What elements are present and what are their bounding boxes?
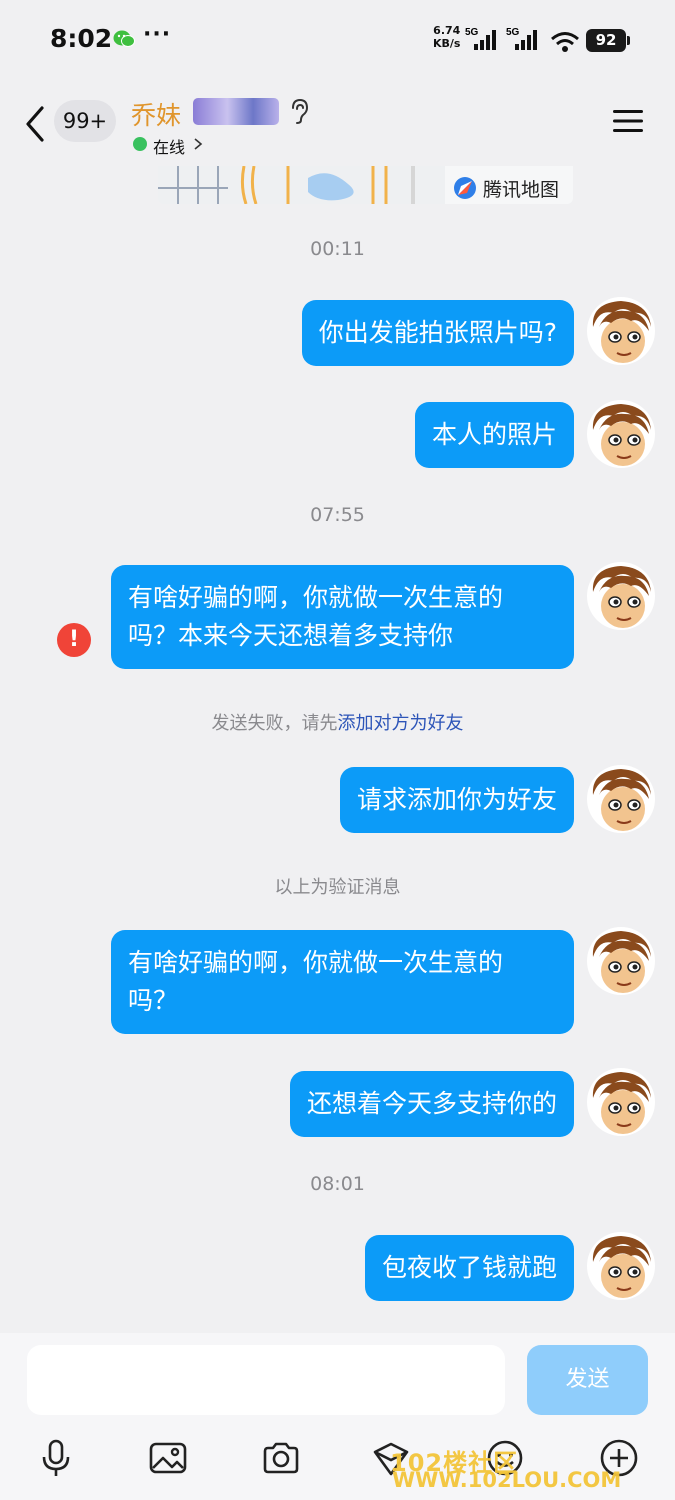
- microphone-icon[interactable]: [36, 1438, 76, 1478]
- status-time: 8:02: [50, 24, 113, 53]
- online-status-dot: [133, 137, 147, 151]
- message-bubble[interactable]: 本人的照片: [414, 402, 574, 468]
- send-failed-note: 发送失败，请先添加对方为好友: [0, 709, 675, 735]
- network-speed: 6.74 KB/s: [433, 24, 460, 50]
- wifi-icon: [551, 32, 579, 52]
- net-speed-unit: KB/s: [433, 37, 461, 50]
- signal-2-label: 5G: [506, 27, 520, 38]
- online-status-text[interactable]: 在线: [153, 134, 185, 158]
- more-notifications-icon: ···: [143, 22, 172, 47]
- send-failed-text: 发送失败，请先: [211, 713, 338, 734]
- avatar[interactable]: [587, 1068, 655, 1136]
- vip-badge-icon: [193, 98, 279, 125]
- unread-count-badge[interactable]: 99+: [54, 100, 116, 142]
- message-bubble[interactable]: 请求添加你为好友: [339, 767, 574, 833]
- contact-name[interactable]: 乔妹: [131, 96, 181, 132]
- message-bubble[interactable]: 包夜收了钱就跑: [364, 1235, 574, 1301]
- tencent-map-logo: [454, 177, 476, 199]
- status-bar: 8:02 ··· 6.74 KB/s 5G 5G 92: [0, 0, 675, 80]
- message-line: 有啥好骗的啊，你就做一次生意的: [128, 583, 504, 612]
- message-timestamp: 08:01: [310, 1173, 365, 1195]
- send-failed-icon[interactable]: !: [57, 623, 91, 657]
- watermark-url: WWW.102LOU.COM: [392, 1468, 622, 1492]
- message-bubble-failed[interactable]: 有啥好骗的啊，你就做一次生意的 吗？本来今天还想着多支持你: [111, 565, 574, 669]
- message-line: 吗？: [128, 986, 179, 1015]
- avatar[interactable]: [587, 400, 655, 468]
- avatar[interactable]: [587, 297, 655, 365]
- battery-indicator: 92: [586, 29, 630, 52]
- avatar[interactable]: [587, 562, 655, 630]
- message-timestamp: 07:55: [310, 504, 365, 526]
- message-line: 有啥好骗的啊，你就做一次生意的: [128, 948, 504, 977]
- add-friend-link[interactable]: 添加对方为好友: [338, 713, 464, 734]
- signal-icon-2: 5G: [506, 27, 537, 50]
- chat-header: 99+ 乔妹 在线: [0, 80, 675, 170]
- map-label: 腾讯地图: [483, 179, 560, 201]
- avatar[interactable]: [587, 765, 655, 833]
- signal-1-label: 5G: [465, 27, 479, 38]
- wechat-notification-icon: [113, 30, 135, 47]
- message-bubble[interactable]: 有啥好骗的啊，你就做一次生意的 吗？: [111, 930, 574, 1034]
- avatar[interactable]: [587, 927, 655, 995]
- message-bubble[interactable]: 你出发能拍张照片吗?: [301, 300, 574, 366]
- menu-icon[interactable]: [612, 108, 644, 134]
- message-line: 吗？本来今天还想着多支持你: [128, 621, 454, 650]
- camera-icon[interactable]: [261, 1438, 301, 1478]
- message-bubble[interactable]: 还想着今天多支持你的: [289, 1071, 574, 1137]
- message-input[interactable]: [27, 1345, 505, 1415]
- ear-icon[interactable]: [288, 97, 310, 125]
- image-icon[interactable]: [148, 1438, 188, 1478]
- back-icon[interactable]: [22, 102, 52, 146]
- avatar[interactable]: [587, 1232, 655, 1300]
- message-timestamp: 00:11: [310, 238, 365, 260]
- verification-note: 以上为验证消息: [274, 877, 401, 898]
- send-button[interactable]: 发送: [527, 1345, 648, 1415]
- net-speed-value: 6.74: [433, 24, 461, 37]
- chevron-right-icon: [194, 138, 203, 150]
- signal-icon-1: 5G: [465, 27, 496, 50]
